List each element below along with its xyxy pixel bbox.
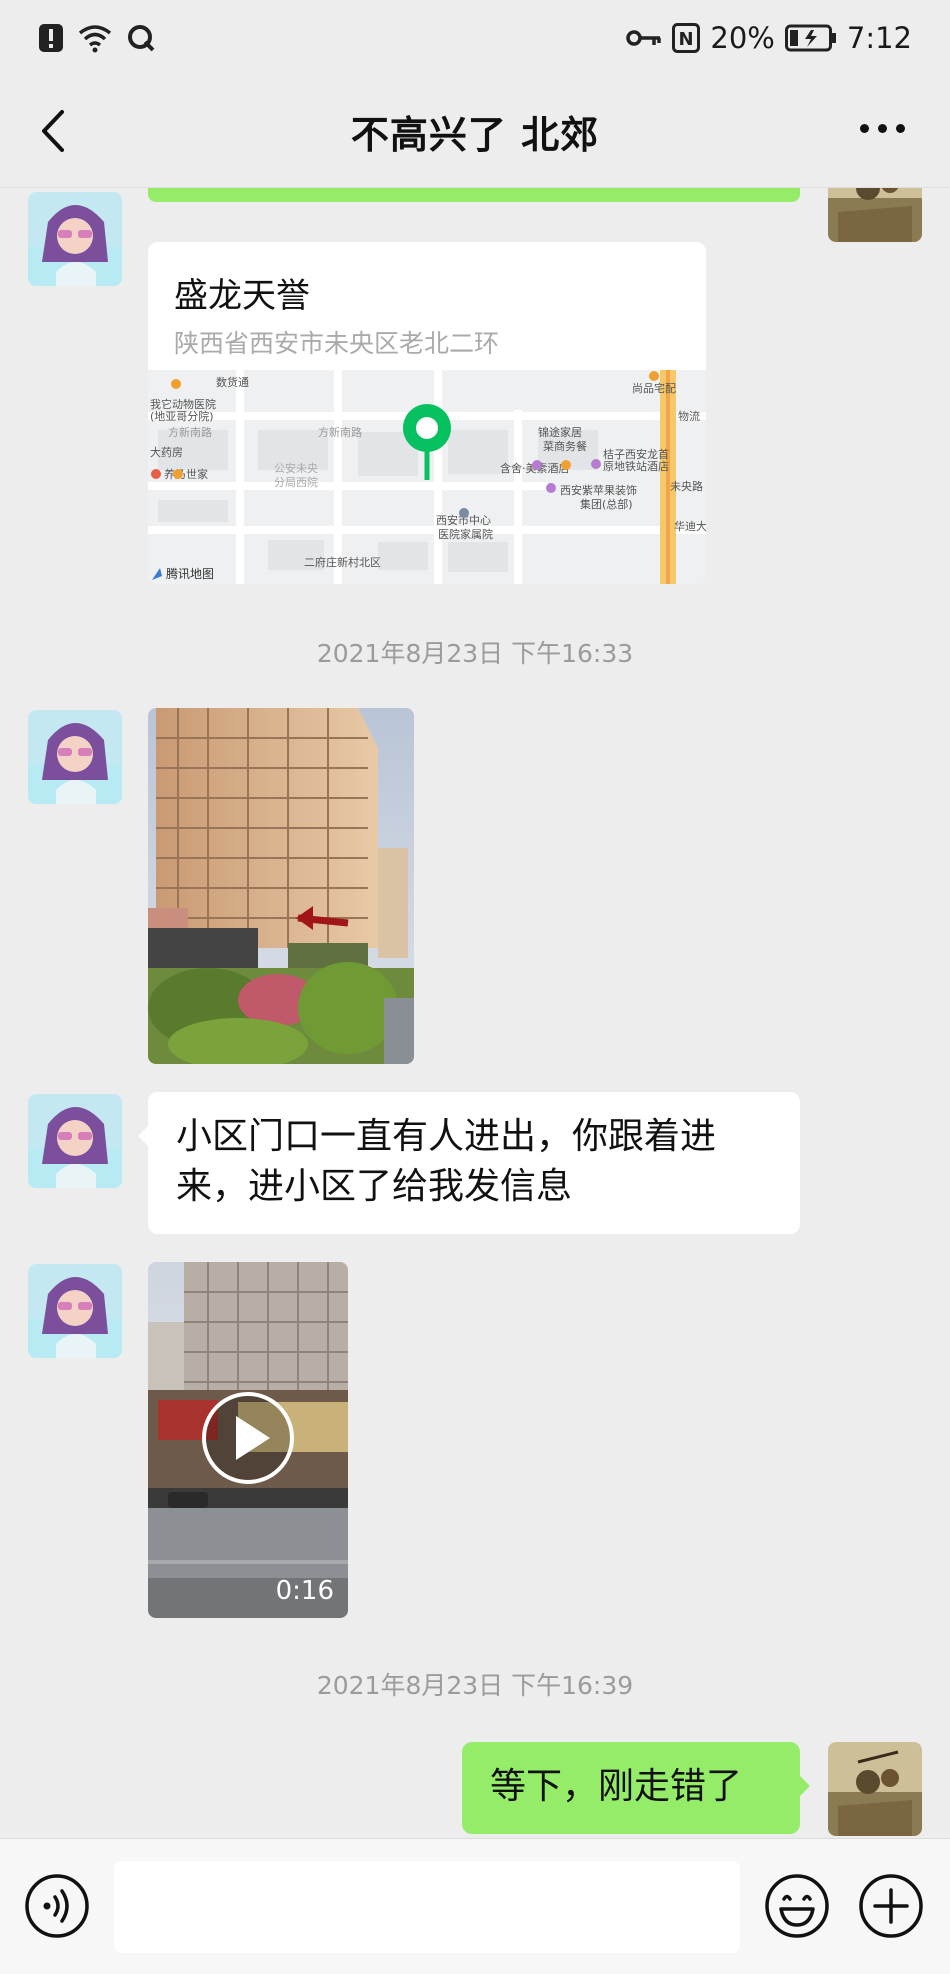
location-card[interactable]: 盛龙天誉 陕西省西安市未央区老北二环 数货通 我它动物医院 (地亚哥分院) 方新…: [148, 242, 706, 584]
message-input[interactable]: [114, 1861, 740, 1953]
svg-text:我它动物医院: 我它动物医院: [150, 397, 216, 411]
chevron-left-icon: [42, 110, 64, 152]
svg-text:公安未央: 公安未央: [274, 461, 318, 475]
self-avatar[interactable]: [828, 188, 922, 242]
svg-text:医院家属院: 医院家属院: [438, 527, 493, 541]
image-message[interactable]: [148, 708, 414, 1064]
svg-text:数货通: 数货通: [216, 375, 249, 389]
svg-text:原地铁站酒店: 原地铁站酒店: [603, 459, 669, 473]
svg-text:未央路: 未央路: [670, 480, 703, 493]
svg-text:桔子西安龙首: 桔子西安龙首: [603, 447, 669, 461]
nfc-icon: N: [672, 23, 701, 53]
key-icon: [626, 27, 662, 49]
contact-avatar[interactable]: [28, 1264, 122, 1358]
svg-text:N: N: [679, 29, 694, 50]
text-message[interactable]: 小区门口一直有人进出，你跟着进来，进小区了给我发信息: [138, 1092, 800, 1234]
svg-text:物流: 物流: [678, 409, 700, 423]
more-dots-icon: [860, 124, 869, 133]
voice-button[interactable]: [24, 1873, 90, 1939]
clock: 7:12: [846, 21, 912, 55]
svg-text:方新南路: 方新南路: [168, 425, 212, 439]
location-address: 陕西省西安市未央区老北二环: [174, 329, 500, 358]
q-app-icon: [126, 23, 156, 53]
svg-text:西安紫苹果装饰: 西安紫苹果装饰: [560, 483, 637, 497]
svg-text:集团(总部): 集团(总部): [580, 497, 633, 511]
contact-avatar[interactable]: [28, 1094, 122, 1188]
voice-icon: [25, 1874, 89, 1938]
chat-header: 不高兴了 北郊: [0, 76, 950, 188]
svg-text:二府庄新村北区: 二府庄新村北区: [304, 555, 381, 569]
chat-title: 不高兴了 北郊: [350, 113, 600, 157]
self-text-message[interactable]: 等下，刚走错了: [462, 1742, 810, 1834]
svg-text:华迪大: 华迪大: [674, 519, 706, 533]
emoji-icon: [765, 1874, 829, 1938]
timestamp: 2021年8月23日 下午16:39: [316, 1671, 634, 1700]
timestamp: 2021年8月23日 下午16:33: [316, 639, 634, 668]
plus-icon: [859, 1874, 923, 1938]
message-list[interactable]: 盛龙天誉 陕西省西安市未央区老北二环 数货通 我它动物医院 (地亚哥分院) 方新…: [0, 188, 950, 1838]
svg-text:养乃世家: 养乃世家: [164, 467, 208, 481]
previous-self-message[interactable]: [148, 188, 800, 202]
battery-icon: [784, 24, 837, 52]
svg-text:(地亚哥分院): (地亚哥分院): [150, 409, 214, 423]
svg-text:腾讯地图: 腾讯地图: [166, 566, 214, 581]
input-bar: [0, 1838, 950, 1974]
svg-text:方新南路: 方新南路: [318, 425, 362, 439]
back-button[interactable]: [30, 106, 80, 156]
emoji-button[interactable]: [764, 1873, 830, 1939]
wifi-icon: [78, 23, 112, 53]
video-duration: 0:16: [275, 1576, 334, 1606]
alert-icon: [38, 23, 64, 53]
location-name: 盛龙天誉: [174, 276, 310, 316]
location-map: 数货通 我它动物医院 (地亚哥分院) 方新南路 方新南路 公安未央 分局西院 大…: [148, 370, 706, 584]
video-message[interactable]: 0:16: [148, 1262, 348, 1618]
battery-percent: 20%: [710, 21, 775, 55]
svg-text:分局西院: 分局西院: [274, 475, 318, 489]
svg-text:大药房: 大药房: [150, 445, 183, 459]
contact-avatar[interactable]: [28, 192, 122, 286]
self-avatar[interactable]: [828, 1742, 922, 1836]
svg-text:锦途家居: 锦途家居: [538, 425, 582, 439]
status-bar: N 20% 7:12: [0, 0, 950, 76]
svg-text:菜商务餐: 菜商务餐: [543, 439, 587, 453]
svg-text:尚品宅配: 尚品宅配: [632, 381, 676, 395]
contact-avatar[interactable]: [28, 710, 122, 804]
more-button[interactable]: [860, 124, 910, 140]
play-icon[interactable]: [202, 1392, 294, 1484]
plus-button[interactable]: [858, 1873, 924, 1939]
